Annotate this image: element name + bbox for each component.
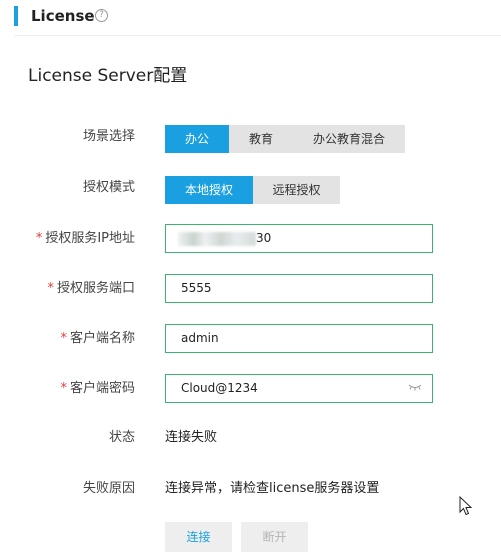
mouse-cursor-icon [459, 496, 473, 516]
fail-reason-label: 失败原因 [82, 481, 135, 496]
header-accent-bar [14, 6, 18, 26]
client-password-label-text: 客户端密码 [69, 381, 135, 396]
header-divider [14, 35, 501, 36]
scene-selector: 办公 教育 办公教育混合 [165, 125, 405, 153]
server-ip-value: 30 [256, 231, 272, 245]
scene-option-education[interactable]: 教育 [229, 125, 293, 153]
server-ip-label: * 授权服务IP地址 [36, 230, 135, 248]
server-port-label-text: 授权服务端口 [56, 281, 135, 296]
required-mark: * [60, 381, 67, 396]
auth-mode-local[interactable]: 本地授权 [165, 176, 253, 204]
server-ip-label-text: 授权服务IP地址 [45, 231, 135, 246]
client-password-value: Cloud@1234 [181, 381, 258, 395]
page-title: License [31, 7, 95, 25]
auth-mode-label: 授权模式 [82, 180, 135, 195]
license-page: License ? License Server配置 场景选择 办公 教育 办公… [0, 0, 501, 558]
client-password-label: * 客户端密码 [60, 380, 135, 398]
server-port-label: * 授权服务端口 [47, 280, 135, 298]
redacted-ip-blur [178, 232, 256, 246]
connect-button[interactable]: 连接 [165, 522, 232, 552]
client-name-label: * 客户端名称 [60, 330, 135, 348]
auth-mode-selector: 本地授权 远程授权 [165, 176, 340, 204]
required-mark: * [35, 231, 43, 246]
required-mark: * [60, 331, 67, 346]
client-name-input[interactable]: admin [165, 324, 433, 353]
required-mark: * [47, 281, 54, 296]
server-ip-input[interactable]: 30 [165, 224, 433, 253]
client-password-input[interactable]: Cloud@1234 [165, 374, 433, 403]
status-value: 连接失败 [165, 430, 218, 445]
client-name-label-text: 客户端名称 [69, 331, 135, 346]
scene-option-office[interactable]: 办公 [165, 125, 229, 153]
server-port-input[interactable]: 5555 [165, 274, 433, 303]
scene-label: 场景选择 [82, 129, 135, 144]
scene-option-mixed[interactable]: 办公教育混合 [293, 125, 405, 153]
status-label: 状态 [108, 430, 135, 445]
section-title: License Server配置 [28, 66, 188, 86]
eye-closed-icon[interactable] [408, 383, 422, 391]
disconnect-button[interactable]: 断开 [241, 522, 308, 552]
fail-reason-value: 连接异常，请检查license服务器设置 [165, 481, 380, 496]
question-circle-icon[interactable]: ? [95, 9, 108, 22]
auth-mode-remote[interactable]: 远程授权 [253, 176, 340, 204]
